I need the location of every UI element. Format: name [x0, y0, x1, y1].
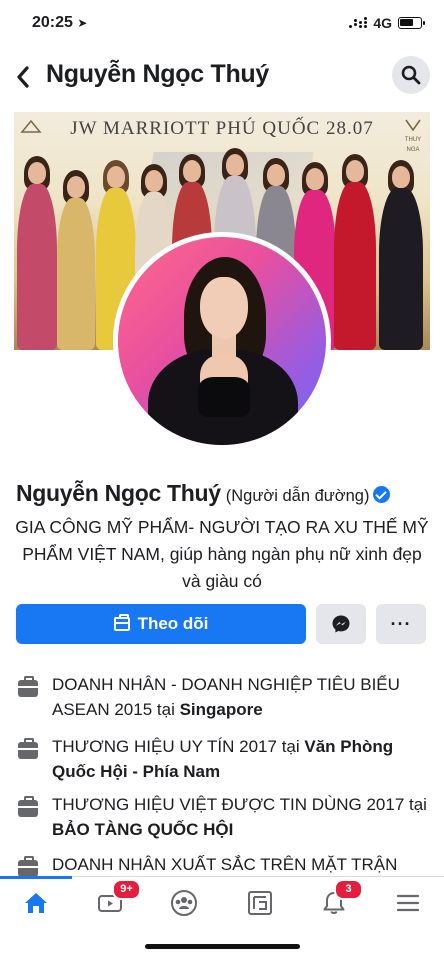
verified-badge-icon [373, 486, 391, 503]
groups-icon [171, 890, 197, 916]
about-item-place[interactable]: Singapore [180, 700, 263, 719]
chevron-left-icon [17, 66, 29, 88]
signal-icon [349, 17, 368, 29]
tab-home[interactable] [12, 883, 60, 923]
profile-alternate-name: (Người dẫn đường) [225, 487, 370, 505]
profile-avatar[interactable] [113, 232, 331, 450]
active-tab-indicator [0, 876, 72, 879]
cover-right-logo: THUY NGA [400, 118, 426, 153]
pages-icon [248, 891, 272, 915]
home-indicator[interactable] [145, 944, 300, 949]
briefcase-icon [18, 856, 38, 877]
more-options-button[interactable]: ··· [376, 604, 426, 644]
back-button[interactable] [8, 60, 38, 94]
network-label: 4G [373, 15, 392, 31]
profile-name: Nguyễn Ngọc Thuý [16, 480, 221, 506]
search-icon [401, 65, 421, 85]
about-item-place[interactable]: BẢO TÀNG QUỐC HỘI [52, 820, 233, 839]
about-item-text: DOANH NHÂN XUẤT SẮC TRÊN MẶT TRẬN [52, 855, 398, 874]
profile-name-row: Nguyễn Ngọc Thuý (Người dẫn đường) [16, 480, 436, 507]
avatar-image [118, 237, 326, 445]
briefcase-icon [18, 738, 38, 759]
follow-icon [113, 614, 130, 631]
status-indicators: 4G [349, 15, 425, 31]
status-time: 20:25 ➤ [32, 14, 88, 31]
about-item-text: THƯƠNG HIỆU UY TÍN 2017 tại [52, 737, 305, 756]
status-bar: 20:25 ➤ 4G [0, 0, 444, 46]
tab-menu[interactable] [384, 883, 432, 923]
menu-icon [396, 894, 420, 912]
tab-groups[interactable] [160, 883, 208, 923]
notifications-badge: 3 [334, 879, 363, 900]
tab-watch[interactable]: 9+ [86, 879, 141, 923]
messenger-button[interactable] [316, 604, 366, 644]
page-header: Nguyễn Ngọc Thuý [0, 50, 444, 106]
search-button[interactable] [392, 56, 430, 94]
home-icon [25, 893, 47, 913]
bottom-tab-bar: 9+ 3 [0, 876, 444, 928]
cover-title: JW MARRIOTT PHÚ QUỐC 28.07 [70, 118, 374, 139]
watch-badge: 9+ [112, 879, 141, 900]
briefcase-icon [18, 676, 38, 697]
battery-icon [398, 17, 425, 29]
tab-notifications[interactable]: 3 [310, 879, 363, 923]
profile-bio: GIA CÔNG MỸ PHẨM- NGƯỜI TẠO RA XU THẾ MỸ… [15, 517, 429, 591]
briefcase-icon [18, 796, 38, 817]
follow-label: Theo dõi [137, 614, 209, 633]
messenger-icon [332, 615, 350, 633]
more-dots-icon: ··· [390, 613, 412, 634]
about-item-text: THƯƠNG HIỆU VIỆT ĐƯỢC TIN DÙNG 2017 tại [52, 795, 427, 814]
page-title: Nguyễn Ngọc Thuý [46, 60, 269, 88]
tab-pages[interactable] [236, 883, 284, 923]
follow-button[interactable]: Theo dõi [16, 604, 306, 644]
cover-left-logo [18, 118, 44, 142]
